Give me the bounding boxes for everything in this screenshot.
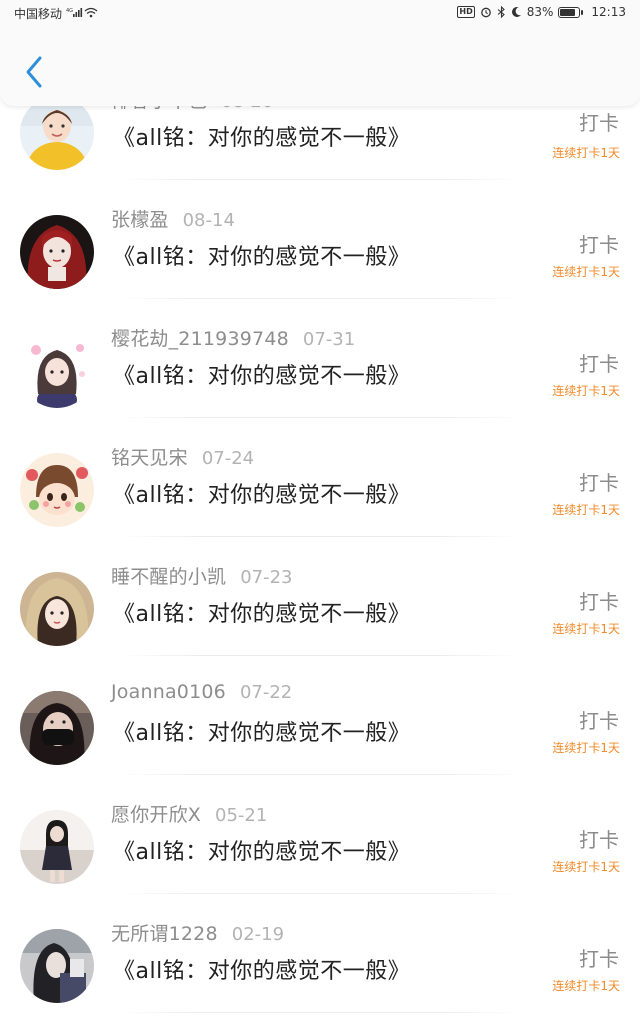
streak-label: 连续打卡1天 [552, 622, 620, 636]
battery-percent: 83% [526, 5, 554, 19]
streak-label: 连续打卡1天 [552, 265, 620, 279]
divider [118, 1012, 522, 1013]
carrier-label: 中国移动 [14, 7, 63, 21]
entry-date: 07-22 [239, 682, 293, 703]
bluetooth-icon [497, 6, 505, 18]
avatar-yellow-girl-icon [20, 96, 94, 170]
streak-label: 连续打卡1天 [552, 741, 620, 755]
checkin-label: 打卡 [579, 352, 619, 376]
list-item[interactable]: 睡不醒的小凯 07-23 《all铭：对你的感觉不一般》 打卡 连续打卡1天 [0, 566, 640, 691]
divider [118, 655, 522, 656]
list-item[interactable]: 张檬盈 08-14 《all铭：对你的感觉不一般》 打卡 连续打卡1天 [0, 209, 640, 334]
streak-label: 连续打卡1天 [552, 503, 620, 517]
list-item[interactable]: Joanna0106 07-22 《all铭：对你的感觉不一般》 打卡 连续打卡1… [0, 681, 640, 810]
clock: 12:13 [591, 5, 626, 19]
entry-meta: 张檬盈 08-14 [111, 205, 235, 233]
entry-meta: 无所谓1228 02-19 [111, 919, 284, 947]
alarm-icon [480, 7, 491, 18]
avatar-cartoon-icon [20, 453, 94, 527]
username[interactable]: 张檬盈 [111, 209, 169, 231]
entry-date: 05-21 [215, 805, 268, 826]
avatar-dark-icon [20, 929, 94, 1003]
checkin-label: 打卡 [579, 471, 619, 495]
signal-wifi-icon: 4G [66, 7, 98, 18]
avatar-mask-icon [20, 691, 94, 765]
top-bar: 中国移动 4G HD 83% 12:13 [0, 0, 640, 106]
hd-badge: HD [457, 6, 475, 18]
checkin-label: 打卡 [579, 947, 619, 971]
checkin-label: 打卡 [579, 590, 619, 614]
avatar[interactable] [20, 691, 94, 765]
entry-title[interactable]: 《all铭：对你的感觉不一般》 [113, 596, 410, 628]
avatar[interactable] [20, 334, 94, 408]
avatar-red-hair-icon [20, 215, 94, 289]
list-item[interactable]: 铭天见宋 07-24 《all铭：对你的感觉不一般》 打卡 连续打卡1天 [0, 447, 640, 572]
avatar[interactable] [20, 96, 94, 170]
username[interactable]: 睡不醒的小凯 [111, 566, 226, 588]
username[interactable]: 无所谓1228 [111, 923, 218, 945]
username[interactable]: 樱花劫_211939748 [111, 328, 289, 350]
entry-meta: 愿你开欣X 05-21 [111, 800, 267, 828]
checkin-label: 打卡 [579, 111, 619, 135]
list-item[interactable]: 无所谓1228 02-19 《all铭：对你的感觉不一般》 打卡 连续打卡1天 [0, 923, 640, 1024]
avatar-anime-girl-icon [20, 334, 94, 408]
battery-fill [560, 8, 576, 16]
chevron-left-icon [26, 56, 42, 88]
username[interactable]: 铭天见宋 [111, 447, 188, 469]
list-item[interactable]: 愿你开欣X 05-21 《all铭：对你的感觉不一般》 打卡 连续打卡1天 [0, 804, 640, 929]
entry-title[interactable]: 《all铭：对你的感觉不一般》 [113, 953, 410, 985]
divider [118, 298, 522, 299]
moon-icon [511, 6, 521, 17]
streak-label: 连续打卡1天 [552, 860, 620, 874]
entry-date: 07-24 [201, 448, 255, 469]
entry-title[interactable]: 《all铭：对你的感觉不一般》 [113, 239, 410, 271]
divider [118, 417, 522, 418]
avatar[interactable] [20, 572, 94, 646]
entry-date: 08-14 [182, 210, 235, 231]
entry-title[interactable]: 《all铭：对你的感觉不一般》 [113, 834, 410, 866]
screen: 椰蓉小羊包08-20 《all铭：对你的感觉不一般》 打卡 连续打卡1天 [0, 0, 640, 1024]
checkin-label: 打卡 [579, 233, 619, 257]
divider [118, 893, 522, 894]
avatar[interactable] [20, 929, 94, 1003]
entry-date: 07-31 [302, 329, 356, 350]
entry-title[interactable]: 《all铭：对你的感觉不一般》 [113, 715, 410, 747]
entry-meta: 睡不醒的小凯 07-23 [111, 562, 293, 590]
entry-meta: 铭天见宋 07-24 [111, 443, 254, 471]
status-bar: 中国移动 4G HD 83% 12:13 [0, 0, 640, 26]
entry-date: 07-23 [240, 567, 293, 588]
streak-label: 连续打卡1天 [552, 146, 620, 160]
checkin-label: 打卡 [579, 828, 619, 852]
divider [118, 179, 522, 180]
battery-icon [558, 6, 584, 18]
entry-title[interactable]: 《all铭：对你的感觉不一般》 [113, 358, 410, 390]
divider [118, 536, 522, 537]
entry-date: 02-19 [231, 924, 285, 945]
list-item[interactable]: 樱花劫_211939748 07-31 《all铭：对你的感觉不一般》 打卡 连续… [0, 328, 640, 453]
avatar[interactable] [20, 215, 94, 289]
checkin-label: 打卡 [579, 709, 619, 733]
divider [118, 774, 522, 775]
back-button[interactable] [18, 52, 54, 92]
network-type-label: 4G [66, 8, 73, 14]
avatar[interactable] [20, 810, 94, 884]
status-right: HD 83% 12:13 [457, 5, 626, 19]
avatar-hood-girl-icon [20, 572, 94, 646]
streak-label: 连续打卡1天 [552, 979, 620, 993]
streak-label: 连续打卡1天 [552, 384, 620, 398]
list-item[interactable]: 椰蓉小羊包08-20 《all铭：对你的感觉不一般》 打卡 连续打卡1天 [0, 90, 640, 215]
avatar[interactable] [20, 453, 94, 527]
entry-meta: 樱花劫_211939748 07-31 [111, 324, 355, 352]
entry-title[interactable]: 《all铭：对你的感觉不一般》 [113, 120, 410, 152]
avatar-school-girl-icon [20, 810, 94, 884]
username[interactable]: 愿你开欣X [111, 804, 201, 826]
entry-title[interactable]: 《all铭：对你的感觉不一般》 [113, 477, 410, 509]
entry-meta: Joanna0106 07-22 [111, 681, 292, 709]
username[interactable]: Joanna0106 [111, 681, 226, 703]
